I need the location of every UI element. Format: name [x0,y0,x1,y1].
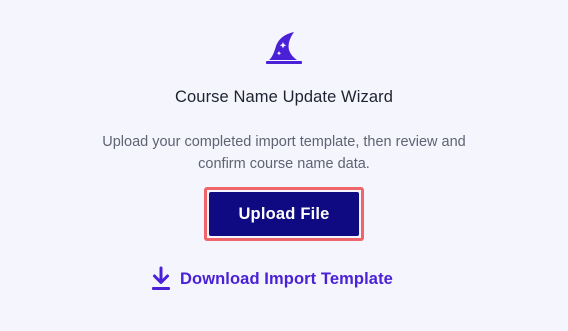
wizard-hat-icon [266,32,302,64]
upload-file-button[interactable]: Upload File [209,192,359,236]
wizard-title: Course Name Update Wizard [175,88,393,106]
download-template-label: Download Import Template [180,269,393,288]
download-icon [152,266,170,290]
download-template-link[interactable]: Download Import Template [150,264,393,294]
wizard-description: Upload your completed import template, t… [102,134,466,172]
